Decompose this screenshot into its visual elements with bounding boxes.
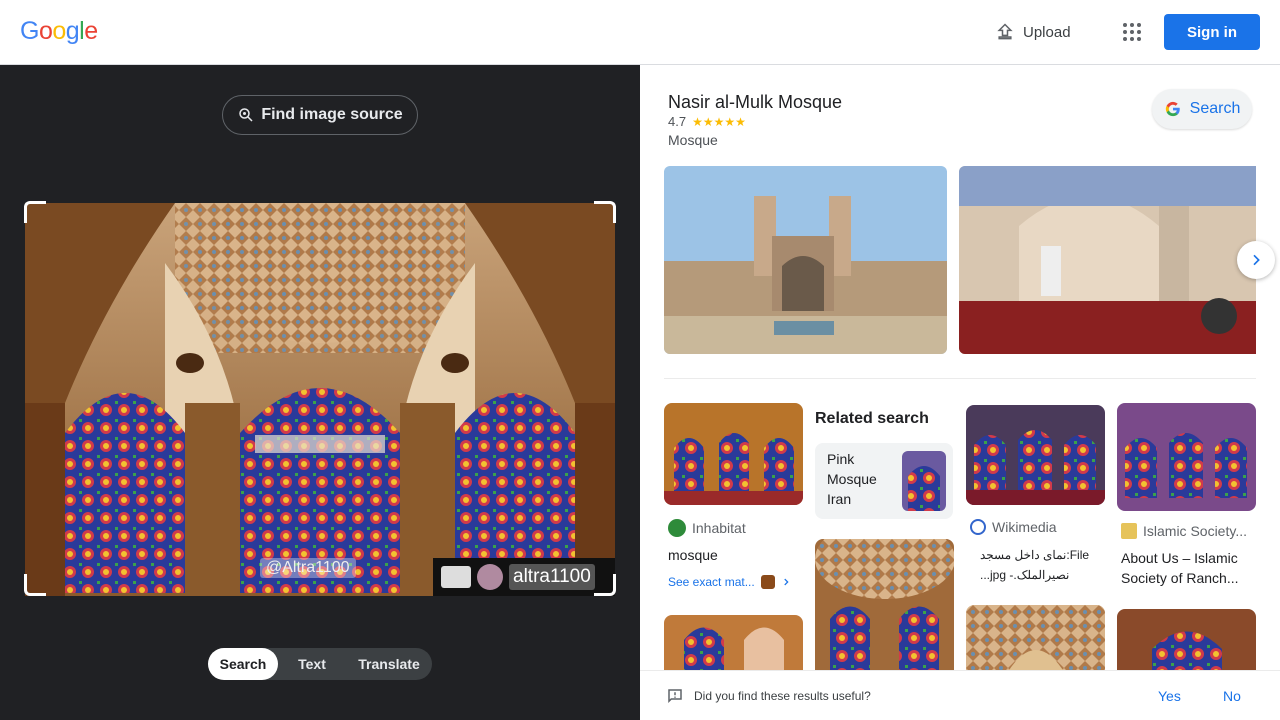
related-query: Pink Mosque Iran [827,451,877,507]
rating-value: 4.7 [668,114,687,129]
watermark-badge: altra1100 [433,558,615,596]
find-image-source-button[interactable]: Find image source [222,95,418,135]
results-panel: Nasir al-Mulk Mosque 4.7 ★★★★★ Mosque Se… [640,65,1280,720]
feedback-question: Did you find these results useful? [694,689,871,703]
related-search-card[interactable]: Pink Mosque Iran [815,443,953,519]
watermark-user: altra1100 [509,564,595,590]
find-source-label: Find image source [261,106,403,123]
tab-search[interactable]: Search [208,648,278,680]
result-image[interactable] [1117,609,1256,675]
chevron-right-icon [1253,254,1260,266]
tab-translate[interactable]: Translate [346,648,432,680]
result-source[interactable]: Inhabitat [668,519,746,537]
upload-label: Upload [1023,23,1071,41]
avatar [477,564,503,590]
logo-letter: o [38,17,53,45]
result-image[interactable] [815,539,954,679]
sign-in-button[interactable]: Sign in [1164,14,1260,50]
logo-letter: o [52,17,66,45]
result-title[interactable]: mosque [668,545,718,565]
crop-corner-tl[interactable] [24,201,46,223]
crop-corner-bl[interactable] [24,574,46,596]
result-image[interactable] [664,615,803,675]
feedback-bar: Did you find these results useful? Yes N… [640,670,1280,720]
tab-text[interactable]: Text [278,648,346,680]
place-type: Mosque [668,132,718,148]
feedback-icon [668,689,682,704]
islamic-society-icon [1121,523,1137,539]
rating-row: 4.7 ★★★★★ [668,114,746,129]
kp-search-label: Search [1189,100,1241,117]
query-image[interactable]: @Altra1100 altra1100 [25,203,615,596]
kp-image-exterior[interactable] [664,166,947,354]
google-logo[interactable]: Google [20,17,98,46]
lens-mode-tabs: Search Text Translate [208,648,432,680]
logo-letter: G [20,17,39,45]
result-source-label: Wikimedia [992,519,1057,535]
inhabitat-icon [668,519,686,537]
result-image[interactable] [966,405,1105,505]
result-image[interactable] [1117,403,1256,511]
apps-grid-icon[interactable] [1116,16,1148,48]
feedback-yes-button[interactable]: Yes [1158,688,1181,704]
chevron-right-icon [784,578,789,586]
result-source[interactable]: Islamic Society... [1121,523,1247,539]
star-rating-icon: ★★★★★ [692,114,746,129]
feedback-no-button[interactable]: No [1223,688,1241,704]
knowledge-panel-title[interactable]: Nasir al-Mulk Mosque [668,92,842,113]
result-title[interactable]: File:نمای داخل مسجد [980,545,1102,565]
divider [664,378,1256,379]
result-image[interactable] [966,605,1105,675]
result-title[interactable]: About Us – Islamic [1121,548,1238,568]
top-bar: Google Upload Sign in [0,0,1280,65]
lens-query-panel: Find image source @Altra1100 altra1100 S… [0,65,640,720]
logo-letter: g [65,17,80,45]
kp-search-button[interactable]: Search [1152,89,1252,129]
next-images-button[interactable] [1237,241,1275,279]
lens-search-icon [239,108,253,122]
repost-icon [441,566,471,588]
logo-letter: e [84,17,98,45]
crop-corner-br[interactable] [594,574,616,596]
result-title-line2[interactable]: نصیرالملک.- jpg... [980,565,1102,585]
upload-icon [997,23,1013,40]
thumbnail-icon [760,575,775,589]
watermark-handle: @Altra1100 [260,558,356,578]
google-g-icon [1165,101,1180,117]
wikimedia-icon [970,519,986,535]
kp-image-interior[interactable] [959,166,1256,354]
result-source[interactable]: Wikimedia [970,519,1057,535]
related-thumbnail [902,451,946,511]
related-search-heading: Related search [815,410,929,427]
result-source-label: Inhabitat [692,520,746,536]
result-image[interactable] [664,403,803,505]
see-exact-label: See exact mat... [668,575,755,589]
result-title-line2[interactable]: Society of Ranch... [1121,568,1239,588]
result-source-label: Islamic Society... [1143,523,1247,539]
crop-corner-tr[interactable] [594,201,616,223]
upload-button[interactable]: Upload [985,14,1081,50]
mosque-interior-image [25,203,615,596]
see-exact-matches-link[interactable]: See exact mat... [668,575,791,589]
